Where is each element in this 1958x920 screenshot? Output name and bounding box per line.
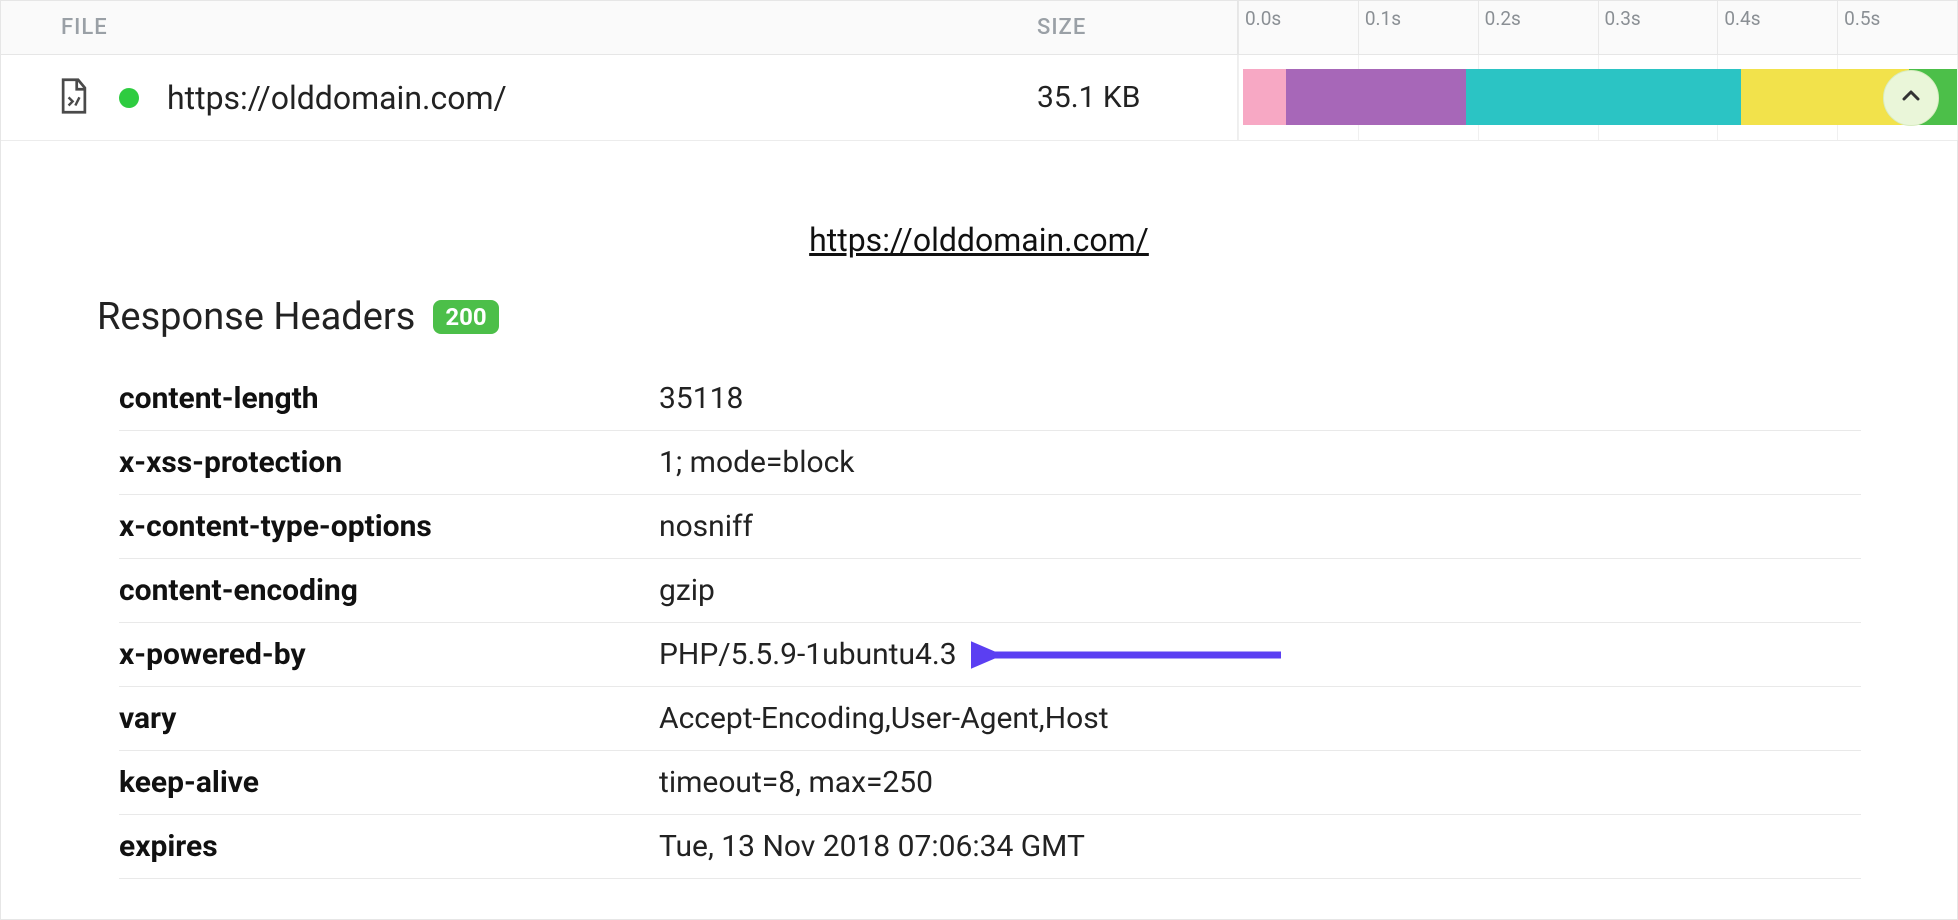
header-row: varyAccept-Encoding,User-Agent,Host xyxy=(119,687,1861,751)
header-value: Accept-Encoding,User-Agent,Host xyxy=(659,701,1109,736)
timing-tick: 0.4s xyxy=(1717,1,1760,54)
header-value: 1; mode=block xyxy=(659,445,855,480)
timing-tick: 0.3s xyxy=(1598,1,1641,54)
request-row[interactable]: https://olddomain.com/ 35.1 KB xyxy=(1,55,1957,141)
timeline-segment-teal xyxy=(1466,69,1742,125)
header-name: keep-alive xyxy=(119,765,659,800)
status-badge: 200 xyxy=(433,300,498,334)
header-row: x-xss-protection1; mode=block xyxy=(119,431,1861,495)
details-panel: https://olddomain.com/ Response Headers … xyxy=(1,141,1957,919)
timing-tick: 0.0s xyxy=(1238,1,1281,54)
header-row: expiresTue, 13 Nov 2018 07:06:34 GMT xyxy=(119,815,1861,879)
col-file-label: FILE xyxy=(1,15,1037,40)
table-header: FILE SIZE 0.0s0.1s0.2s0.3s0.4s0.5s0.6 xyxy=(1,1,1957,55)
header-row: x-content-type-optionsnosniff xyxy=(119,495,1861,559)
timeline-segment-pink xyxy=(1243,69,1286,125)
header-value: PHP/5.5.9-1ubuntu4.3 xyxy=(659,637,957,672)
header-value: Tue, 13 Nov 2018 07:06:34 GMT xyxy=(659,829,1085,864)
header-name: expires xyxy=(119,829,659,864)
header-name: content-length xyxy=(119,381,659,416)
timing-cell xyxy=(1237,55,1957,140)
header-row: x-powered-byPHP/5.5.9-1ubuntu4.3 xyxy=(119,623,1861,687)
collapse-button[interactable] xyxy=(1883,70,1939,126)
header-value: gzip xyxy=(659,573,715,608)
status-dot-icon xyxy=(119,88,139,108)
header-value: 35118 xyxy=(659,381,743,416)
request-url: https://olddomain.com/ xyxy=(167,79,507,117)
header-row: content-encodinggzip xyxy=(119,559,1861,623)
timing-tick: 0.5s xyxy=(1837,1,1880,54)
header-value: timeout=8, max=250 xyxy=(659,765,933,800)
timing-tick: 0.1s xyxy=(1358,1,1401,54)
header-name: x-xss-protection xyxy=(119,445,659,480)
headers-table: content-length35118x-xss-protection1; mo… xyxy=(119,367,1861,879)
header-name: content-encoding xyxy=(119,573,659,608)
header-value: nosniff xyxy=(659,509,753,544)
detail-url-link[interactable]: https://olddomain.com/ xyxy=(97,221,1861,259)
document-icon xyxy=(57,77,91,119)
header-name: x-powered-by xyxy=(119,637,659,672)
header-row: content-length35118 xyxy=(119,367,1861,431)
network-panel: FILE SIZE 0.0s0.1s0.2s0.3s0.4s0.5s0.6 ht… xyxy=(0,0,1958,920)
timeline-segment-purple xyxy=(1286,69,1466,125)
chevron-up-icon xyxy=(1899,84,1923,112)
header-name: vary xyxy=(119,701,659,736)
header-row: keep-alivetimeout=8, max=250 xyxy=(119,751,1861,815)
col-size-label: SIZE xyxy=(1037,15,1237,40)
request-size: 35.1 KB xyxy=(1037,80,1237,115)
col-timing: 0.0s0.1s0.2s0.3s0.4s0.5s0.6 xyxy=(1237,1,1957,54)
file-cell: https://olddomain.com/ xyxy=(1,77,1037,119)
section-title: Response Headers xyxy=(97,295,415,339)
header-name: x-content-type-options xyxy=(119,509,659,544)
timing-tick: 0.2s xyxy=(1478,1,1521,54)
